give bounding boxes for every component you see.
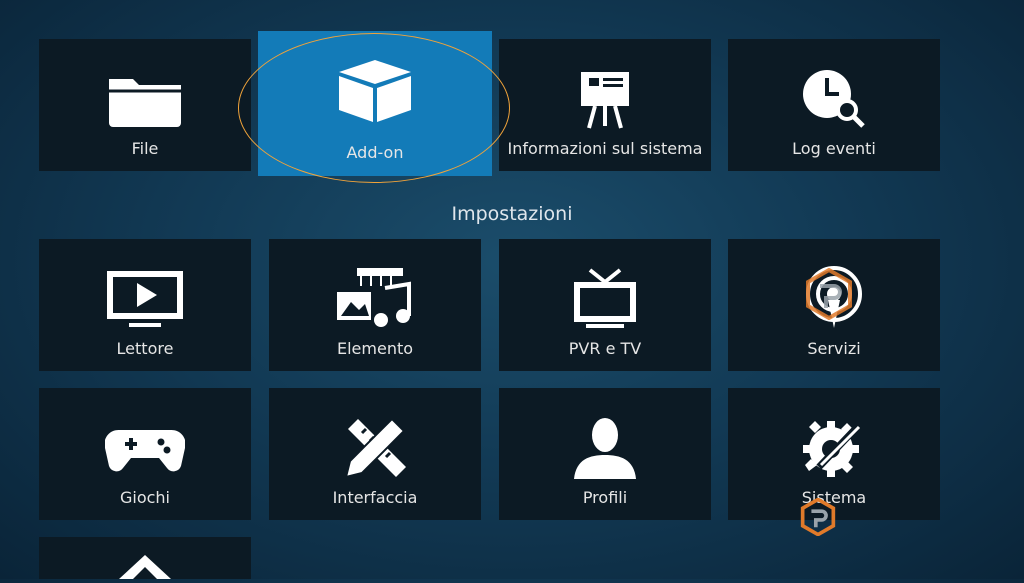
tile-addon[interactable]: Add-on (258, 31, 492, 176)
section-title: Impostazioni (451, 203, 573, 225)
folder-icon (39, 61, 251, 137)
tile-games[interactable]: Giochi (39, 388, 251, 520)
box-icon (258, 53, 492, 129)
tile-log[interactable]: Log eventi (728, 39, 940, 171)
tile-interface[interactable]: Interfaccia (269, 388, 481, 520)
tile-label: Lettore (116, 339, 174, 358)
tile-player[interactable]: Lettore (39, 239, 251, 371)
pencil-ruler-icon (269, 410, 481, 486)
tile-label: Add-on (346, 143, 404, 162)
tile-label: Giochi (119, 488, 170, 507)
watermark-logo (806, 267, 852, 324)
tile-profiles[interactable]: Profili (499, 388, 711, 520)
tile-skin[interactable] (39, 537, 251, 579)
tile-label: File (131, 139, 159, 158)
gear-wrench-icon (728, 410, 940, 486)
clock-search-icon (728, 61, 940, 137)
tile-media[interactable]: Elemento (269, 239, 481, 371)
tile-label: Informazioni sul sistema (507, 139, 703, 158)
gamepad-icon (39, 410, 251, 486)
tile-pvr[interactable]: PVR e TV (499, 239, 711, 371)
media-library-icon (269, 261, 481, 337)
user-profile-icon (499, 410, 711, 486)
tile-label: Profili (582, 488, 628, 507)
tile-label: PVR e TV (568, 339, 642, 358)
tile-label: Interfaccia (332, 488, 418, 507)
watermark-logo (800, 497, 836, 540)
tile-label: Log eventi (792, 139, 876, 158)
tile-file[interactable]: File (39, 39, 251, 171)
tile-label: Servizi (807, 339, 861, 358)
tile-label: Elemento (336, 339, 414, 358)
presentation-board-icon (499, 61, 711, 137)
tv-play-icon (39, 261, 251, 337)
tile-system-info[interactable]: Informazioni sul sistema (499, 39, 711, 171)
antenna-tv-icon (499, 261, 711, 337)
